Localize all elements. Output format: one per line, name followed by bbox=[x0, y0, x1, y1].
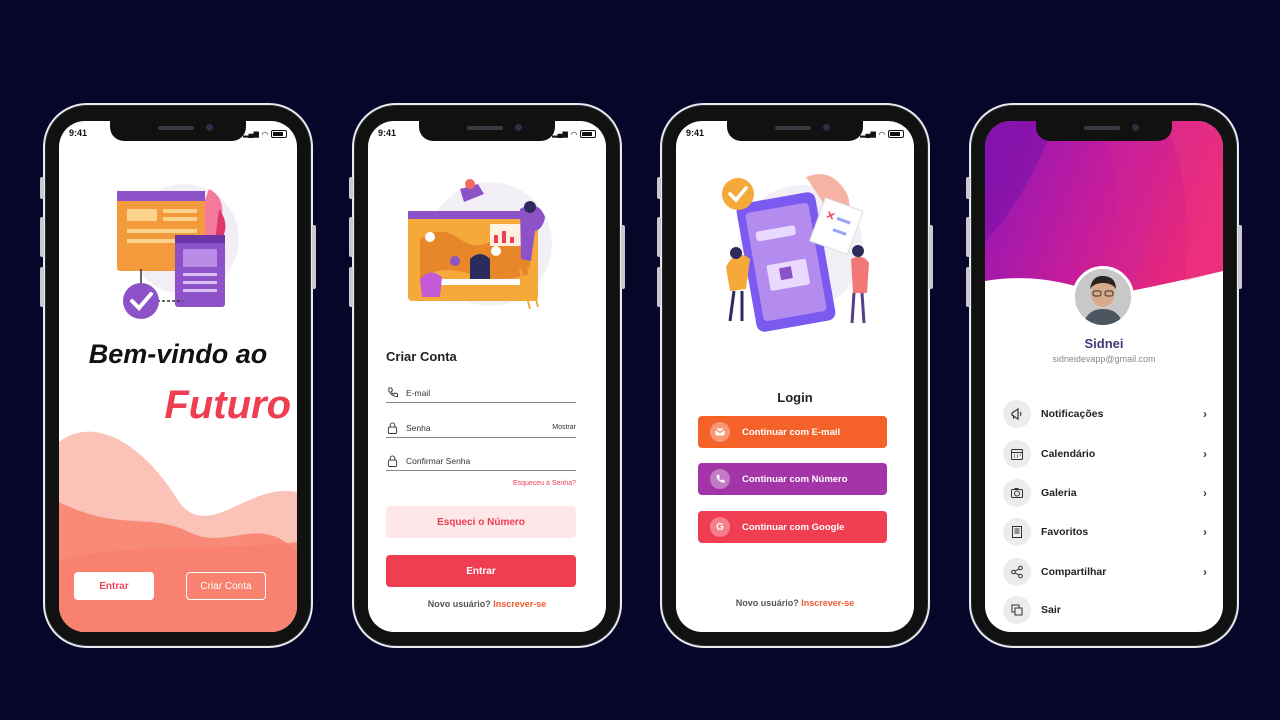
menu-item-sair[interactable]: Sair bbox=[1003, 595, 1207, 625]
enter-button[interactable]: Entrar bbox=[386, 555, 576, 587]
signup-screen: 9:41 ▂▄▆ ◠ Criar Conta E-mail Senha Most… bbox=[368, 121, 606, 632]
status-bar: 9:41 ▂▄▆ ◠ bbox=[69, 128, 287, 140]
password-field[interactable]: Senha Mostrar bbox=[386, 418, 576, 438]
continue-email-button[interactable]: Continuar com E-mail bbox=[698, 416, 887, 448]
phone-verification-illustration bbox=[722, 174, 869, 332]
status-time: 9:41 bbox=[378, 128, 397, 138]
enter-button[interactable]: Entrar bbox=[74, 572, 154, 600]
password-field-label: Senha bbox=[406, 422, 431, 433]
status-time: 9:41 bbox=[686, 128, 705, 138]
google-icon: G bbox=[710, 517, 730, 537]
chevron-right-icon: › bbox=[1203, 525, 1207, 539]
chevron-right-icon: › bbox=[1203, 447, 1207, 461]
chevron-right-icon: › bbox=[1203, 565, 1207, 579]
wifi-icon: ◠ bbox=[570, 129, 577, 139]
signal-icon: ▂▄▆ bbox=[860, 131, 876, 138]
email-field[interactable]: E-mail bbox=[386, 383, 576, 403]
page-title: Login bbox=[777, 390, 813, 405]
menu-item-label: Favoritos bbox=[1041, 526, 1089, 538]
phone-login: 9:41 ▂▄▆ ◠ Login Continuar com E-mail Co… bbox=[657, 103, 933, 648]
menu-item-favoritos[interactable]: Favoritos › bbox=[1003, 517, 1207, 547]
welcome-title: Bem-vindo ao bbox=[88, 339, 268, 369]
profile-screen: Sidnei sidneidevapp@gmail.com Notificaçõ… bbox=[985, 121, 1223, 632]
battery-icon bbox=[271, 130, 287, 138]
phone-icon bbox=[386, 387, 398, 399]
user-name: Sidnei bbox=[1084, 336, 1124, 351]
avatar[interactable] bbox=[1072, 266, 1134, 328]
chevron-right-icon: › bbox=[1203, 407, 1207, 421]
menu-item-label: Notificações bbox=[1041, 408, 1104, 420]
confirm-password-label: Confirmar Senha bbox=[406, 455, 471, 466]
wifi-icon: ◠ bbox=[878, 129, 885, 139]
menu-item-calendario[interactable]: Calendário › bbox=[1003, 439, 1207, 469]
share-icon bbox=[1003, 558, 1031, 586]
continue-google-label: Continuar com Google bbox=[742, 521, 845, 533]
signup-link[interactable]: Inscrever-se bbox=[493, 599, 546, 609]
mail-icon bbox=[710, 422, 730, 442]
menu-item-label: Compartilhar bbox=[1041, 566, 1107, 578]
phone-welcome: 9:41 ▂▄▆ ◠ Bem-vindo ao Futuro Entrar Cr… bbox=[40, 103, 316, 648]
wave-background bbox=[59, 431, 297, 632]
status-time: 9:41 bbox=[69, 128, 88, 138]
signal-icon: ▂▄▆ bbox=[552, 131, 568, 138]
wifi-icon: ◠ bbox=[261, 129, 268, 139]
create-account-button[interactable]: Criar Conta bbox=[186, 572, 266, 600]
web-pages-illustration bbox=[117, 184, 239, 319]
welcome-screen: 9:41 ▂▄▆ ◠ Bem-vindo ao Futuro Entrar Cr… bbox=[59, 121, 297, 632]
user-photo-icon bbox=[1075, 269, 1131, 325]
lock-icon bbox=[386, 422, 398, 434]
battery-icon bbox=[888, 130, 904, 138]
status-bar: 9:41 ▂▄▆ ◠ bbox=[686, 128, 904, 140]
login-screen: 9:41 ▂▄▆ ◠ Login Continuar com E-mail Co… bbox=[676, 121, 914, 632]
phone-profile: Sidnei sidneidevapp@gmail.com Notificaçõ… bbox=[966, 103, 1242, 648]
signal-icon: ▂▄▆ bbox=[243, 131, 259, 138]
email-field-label: E-mail bbox=[406, 387, 431, 398]
phone-signup: 9:41 ▂▄▆ ◠ Criar Conta E-mail Senha Most… bbox=[349, 103, 625, 648]
world-map-illustration bbox=[408, 179, 552, 310]
forgot-password-link[interactable]: Esqueceu a Senha? bbox=[513, 480, 576, 487]
continue-number-label: Continuar com Número bbox=[742, 473, 848, 485]
signup-prompt: Novo usuário? Inscrever-se bbox=[368, 599, 606, 609]
signup-prompt: Novo usuário? Inscrever-se bbox=[676, 598, 914, 608]
calendar-icon bbox=[1003, 440, 1031, 468]
menu-item-label: Galeria bbox=[1041, 487, 1077, 499]
continue-google-button[interactable]: G Continuar com Google bbox=[698, 511, 887, 543]
signup-link[interactable]: Inscrever-se bbox=[801, 598, 854, 608]
camera-icon bbox=[1003, 479, 1031, 507]
menu-item-galeria[interactable]: Galeria › bbox=[1003, 478, 1207, 508]
menu-item-label: Calendário bbox=[1041, 448, 1096, 460]
page-title: Criar Conta bbox=[386, 349, 457, 364]
menu-item-notificacoes[interactable]: Notificações › bbox=[1003, 399, 1207, 429]
continue-number-button[interactable]: Continuar com Número bbox=[698, 463, 887, 495]
continue-email-label: Continuar com E-mail bbox=[742, 426, 841, 438]
forgot-number-button[interactable]: Esqueci o Número bbox=[386, 506, 576, 538]
new-user-text: Novo usuário? bbox=[735, 598, 799, 608]
user-email: sidneidevapp@gmail.com bbox=[1052, 354, 1156, 364]
phone-icon bbox=[710, 469, 730, 489]
menu-item-label: Sair bbox=[1041, 604, 1061, 616]
chevron-right-icon: › bbox=[1203, 486, 1207, 500]
new-user-text: Novo usuário? bbox=[427, 599, 491, 609]
show-password-toggle[interactable]: Mostrar bbox=[552, 424, 576, 431]
lock-icon bbox=[386, 455, 398, 467]
confirm-password-field[interactable]: Confirmar Senha bbox=[386, 451, 576, 471]
menu-item-compartilhar[interactable]: Compartilhar › bbox=[1003, 557, 1207, 587]
book-icon bbox=[1003, 518, 1031, 546]
megaphone-icon bbox=[1003, 400, 1031, 428]
battery-icon bbox=[580, 130, 596, 138]
logout-icon bbox=[1003, 596, 1031, 624]
status-bar: 9:41 ▂▄▆ ◠ bbox=[378, 128, 596, 140]
